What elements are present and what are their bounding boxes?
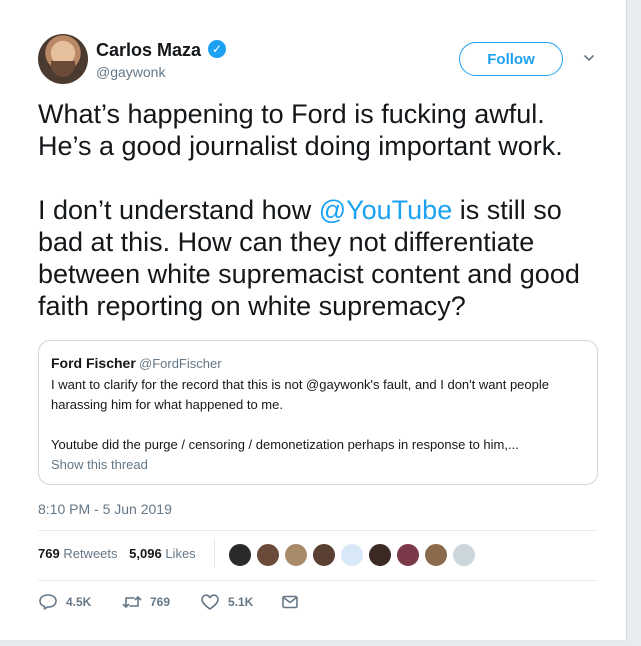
previous-tweet-strip: [0, 0, 626, 6]
like-count: 5.1K: [228, 595, 254, 609]
quoted-text-paragraph: I want to clarify for the record that th…: [51, 377, 549, 412]
tweet-stats: 769 Retweets 5,096 Likes: [38, 546, 204, 561]
tweet-text: What’s happening to Ford is fucking awfu…: [38, 98, 598, 354]
retweets-count: 769: [38, 546, 60, 561]
quoted-author-name: Ford Fischer: [51, 355, 136, 371]
reply-icon: [39, 594, 57, 610]
follow-button[interactable]: Follow: [459, 42, 563, 76]
tweet-paragraph-1: What’s happening to Ford is fucking awfu…: [38, 99, 563, 161]
retweet-button[interactable]: 769: [122, 592, 170, 612]
quoted-text-paragraph: Youtube did the purge / censoring / demo…: [51, 437, 519, 452]
retweet-icon: [122, 596, 142, 608]
liker-avatar[interactable]: [368, 543, 392, 567]
author-name[interactable]: Carlos Maza: [96, 40, 201, 61]
liker-avatar[interactable]: [340, 543, 364, 567]
quoted-author-handle: @FordFischer: [139, 356, 222, 371]
like-icon: [201, 594, 219, 610]
liker-avatar[interactable]: [228, 543, 252, 567]
likes-stat[interactable]: 5,096 Likes: [129, 546, 196, 561]
tweet-card: Carlos Maza ✓ @gaywonk Follow What’s hap…: [0, 0, 627, 641]
reply-count: 4.5K: [66, 595, 92, 609]
liker-avatar[interactable]: [284, 543, 308, 567]
likes-label: Likes: [165, 546, 196, 561]
divider: [38, 530, 598, 531]
show-thread-link[interactable]: Show this thread: [51, 457, 148, 472]
liker-avatar[interactable]: [452, 543, 476, 567]
stats-separator: [214, 538, 215, 568]
like-button[interactable]: 5.1K: [200, 592, 253, 612]
tweet-paragraph-2: I don’t understand how @YouTube is still…: [38, 194, 598, 322]
mention-link[interactable]: @YouTube: [319, 195, 453, 225]
direct-message-button[interactable]: [280, 592, 308, 612]
retweet-count: 769: [150, 595, 171, 609]
divider: [38, 580, 598, 581]
author-avatar[interactable]: [38, 34, 88, 84]
quoted-tweet-text: I want to clarify for the record that th…: [51, 375, 581, 455]
tweet-text-segment: I don’t understand how: [38, 195, 319, 225]
quoted-tweet[interactable]: Ford Fischer @FordFischer I want to clar…: [38, 340, 598, 485]
dm-icon: [282, 595, 298, 609]
liker-avatar[interactable]: [256, 543, 280, 567]
retweets-stat[interactable]: 769 Retweets: [38, 546, 118, 561]
verified-icon: ✓: [208, 40, 226, 58]
likes-count: 5,096: [129, 546, 162, 561]
liker-avatar[interactable]: [396, 543, 420, 567]
chevron-down-icon[interactable]: [583, 52, 595, 64]
liker-avatar[interactable]: [424, 543, 448, 567]
reply-button[interactable]: 4.5K: [38, 592, 91, 612]
liker-avatar[interactable]: [312, 543, 336, 567]
tweet-timestamp[interactable]: 8:10 PM - 5 Jun 2019: [38, 501, 172, 517]
retweets-label: Retweets: [63, 546, 118, 561]
author-handle[interactable]: @gaywonk: [96, 64, 165, 80]
